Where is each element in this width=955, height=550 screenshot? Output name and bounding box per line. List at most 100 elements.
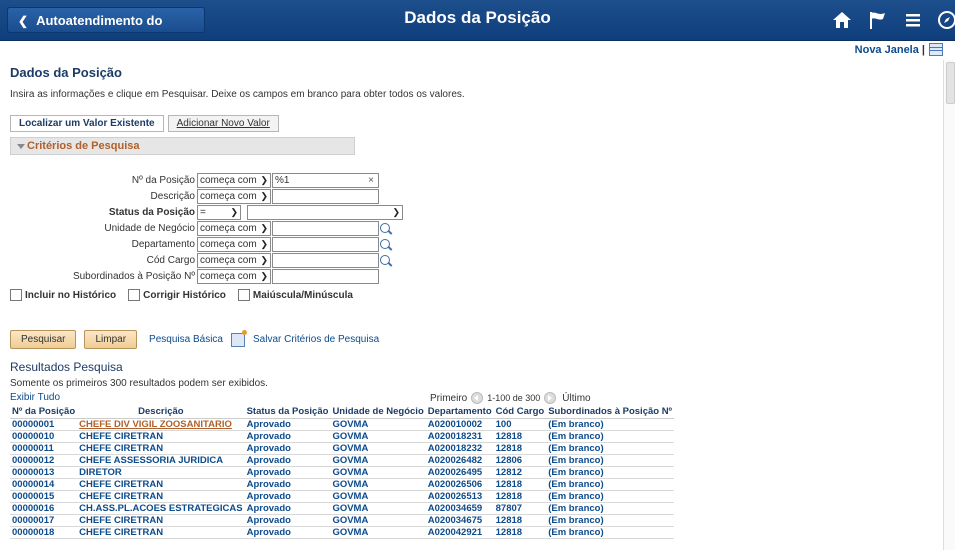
cell-reports-to[interactable]: (Em branco) <box>546 418 675 431</box>
operator-select-description[interactable]: começa com ❯ <box>197 189 271 204</box>
cell-reports-to[interactable]: (Em branco) <box>546 442 675 455</box>
lookup-search-icon[interactable] <box>380 239 390 249</box>
search-criteria-header[interactable]: Critérios de Pesquisa <box>10 137 355 155</box>
reports-to-input[interactable] <box>272 269 379 284</box>
cell-job-code[interactable]: 87807 <box>493 502 547 515</box>
operator-select-job-code[interactable]: começa com ❯ <box>197 253 271 268</box>
personalize-grid-icon[interactable] <box>929 43 943 56</box>
next-page-icon[interactable] <box>544 392 557 404</box>
cell-department[interactable]: A020034659 <box>425 502 494 515</box>
col-header-description[interactable]: Descrição <box>77 405 245 419</box>
save-criteria-link[interactable]: Salvar Critérios de Pesquisa <box>253 334 379 345</box>
cell-department[interactable]: A020026495 <box>425 466 494 479</box>
table-row[interactable]: 00000015 CHEFE CIRETRAN Aprovado GOVMA A… <box>10 490 675 503</box>
back-button[interactable]: ❮ Autoatendimento do Gerente <box>7 7 205 54</box>
cell-reports-to[interactable]: (Em branco) <box>546 514 675 527</box>
cell-status[interactable]: Aprovado <box>244 490 331 503</box>
previous-page-icon[interactable] <box>471 392 484 404</box>
cell-position[interactable]: 00000014 <box>10 478 78 491</box>
cell-reports-to[interactable]: (Em branco) <box>546 526 675 539</box>
cell-reports-to[interactable]: (Em branco) <box>546 466 675 479</box>
operator-select-reports-to[interactable]: começa com ❯ <box>197 269 271 284</box>
cell-status[interactable]: Aprovado <box>244 442 331 455</box>
cell-business-unit[interactable]: GOVMA <box>330 418 426 431</box>
cell-department[interactable]: A020026482 <box>425 454 494 467</box>
correct-history-checkbox[interactable]: Corrigir Histórico <box>128 289 226 301</box>
cell-business-unit[interactable]: GOVMA <box>330 430 426 443</box>
cell-position[interactable]: 00000016 <box>10 502 78 515</box>
cell-description[interactable]: DIRETOR <box>77 466 245 479</box>
show-all-link[interactable]: Exibir Tudo <box>10 392 60 403</box>
notification-flag-icon[interactable] <box>868 10 888 30</box>
cell-description[interactable]: CHEFE CIRETRAN <box>77 442 245 455</box>
cell-job-code[interactable]: 12818 <box>493 442 547 455</box>
table-row[interactable]: 00000012 CHEFE ASSESSORIA JURIDICA Aprov… <box>10 454 675 467</box>
cell-description[interactable]: CHEFE CIRETRAN <box>77 490 245 503</box>
cell-job-code[interactable]: 12818 <box>493 526 547 539</box>
search-button[interactable]: Pesquisar <box>10 330 77 349</box>
business-unit-input[interactable] <box>272 221 379 236</box>
cell-status[interactable]: Aprovado <box>244 478 331 491</box>
cell-description[interactable]: CHEFE ASSESSORIA JURIDICA <box>77 454 245 467</box>
cell-position[interactable]: 00000013 <box>10 466 78 479</box>
table-row[interactable]: 00000011 CHEFE CIRETRAN Aprovado GOVMA A… <box>10 442 675 455</box>
cell-status[interactable]: Aprovado <box>244 466 331 479</box>
cell-reports-to[interactable]: (Em branco) <box>546 430 675 443</box>
cell-job-code[interactable]: 100 <box>493 418 547 431</box>
cell-position[interactable]: 00000010 <box>10 430 78 443</box>
cell-job-code[interactable]: 12806 <box>493 454 547 467</box>
cell-status[interactable]: Aprovado <box>244 454 331 467</box>
cell-business-unit[interactable]: GOVMA <box>330 514 426 527</box>
menu-icon[interactable] <box>903 10 923 30</box>
tab-find-existing[interactable]: Localizar um Valor Existente <box>10 115 164 132</box>
description-input[interactable] <box>272 189 379 204</box>
cell-status[interactable]: Aprovado <box>244 526 331 539</box>
cell-department[interactable]: A020042921 <box>425 526 494 539</box>
cell-department[interactable]: A020034675 <box>425 514 494 527</box>
cell-business-unit[interactable]: GOVMA <box>330 502 426 515</box>
col-header-position[interactable]: Nº da Posição <box>10 405 78 419</box>
cell-position[interactable]: 00000011 <box>10 442 78 455</box>
cell-reports-to[interactable]: (Em branco) <box>546 490 675 503</box>
clear-icon[interactable]: × <box>368 174 374 187</box>
cell-status[interactable]: Aprovado <box>244 430 331 443</box>
cell-status[interactable]: Aprovado <box>244 502 331 515</box>
lookup-search-icon[interactable] <box>380 255 390 265</box>
cell-position[interactable]: 00000001 <box>10 418 78 431</box>
cell-reports-to[interactable]: (Em branco) <box>546 502 675 515</box>
case-sensitive-checkbox[interactable]: Maiúscula/Minúscula <box>237 289 353 301</box>
cell-description[interactable]: CHEFE DIV VIGIL ZOOSANITARIO <box>77 418 245 431</box>
cell-job-code[interactable]: 12812 <box>493 466 547 479</box>
cell-department[interactable]: A020010002 <box>425 418 494 431</box>
cell-description[interactable]: CHEFE CIRETRAN <box>77 430 245 443</box>
clear-button[interactable]: Limpar <box>84 330 138 349</box>
compass-icon[interactable] <box>937 10 955 30</box>
table-row[interactable]: 00000001 CHEFE DIV VIGIL ZOOSANITARIO Ap… <box>10 418 675 431</box>
cell-position[interactable]: 00000012 <box>10 454 78 467</box>
operator-select-status[interactable]: = ❯ <box>197 205 241 220</box>
cell-business-unit[interactable]: GOVMA <box>330 454 426 467</box>
cell-department[interactable]: A020018231 <box>425 430 494 443</box>
cell-business-unit[interactable]: GOVMA <box>330 526 426 539</box>
lookup-search-icon[interactable] <box>380 223 390 233</box>
department-input[interactable] <box>272 237 379 252</box>
cell-business-unit[interactable]: GOVMA <box>330 442 426 455</box>
cell-position[interactable]: 00000017 <box>10 514 78 527</box>
cell-description[interactable]: CH.ASS.PL.ACOES ESTRATEGICAS <box>77 502 245 515</box>
cell-reports-to[interactable]: (Em branco) <box>546 454 675 467</box>
cell-department[interactable]: A020026513 <box>425 490 494 503</box>
scrollbar-thumb[interactable] <box>946 62 955 104</box>
cell-department[interactable]: A020026506 <box>425 478 494 491</box>
cell-business-unit[interactable]: GOVMA <box>330 466 426 479</box>
col-header-business-unit[interactable]: Unidade de Negócio <box>330 405 426 419</box>
col-header-job-code[interactable]: Cód Cargo <box>493 405 547 419</box>
job-code-input[interactable] <box>272 253 379 268</box>
cell-status[interactable]: Aprovado <box>244 514 331 527</box>
cell-position[interactable]: 00000015 <box>10 490 78 503</box>
cell-status[interactable]: Aprovado <box>244 418 331 431</box>
position-number-input[interactable]: %1 × <box>272 173 379 188</box>
vertical-scrollbar[interactable] <box>943 60 955 550</box>
status-select[interactable]: ❯ <box>247 205 403 220</box>
cell-job-code[interactable]: 12818 <box>493 478 547 491</box>
basic-search-link[interactable]: Pesquisa Básica <box>149 334 223 345</box>
